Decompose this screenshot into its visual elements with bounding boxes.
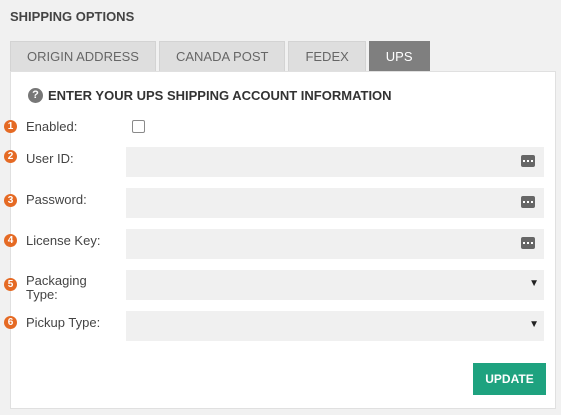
step-badge: 1 [4,120,17,133]
dots-icon[interactable] [521,155,535,167]
caret-down-icon: ▼ [529,278,539,289]
packaging-type-label: Packaging Type: [26,274,87,302]
row-packaging-type: 5 Packaging Type: ▼ [4,270,557,302]
packaging-type-label-line2: Type: [26,287,58,302]
row-license-key: 4 License Key: [4,229,557,259]
caret-down-icon: ▼ [529,319,539,330]
row-enabled: 1 Enabled: [4,119,557,134]
enabled-label: Enabled: [26,119,78,134]
update-button[interactable]: UPDATE [473,363,546,395]
packaging-type-select[interactable]: ▼ [126,270,544,300]
row-pickup-type: 6 Pickup Type: ▼ [4,311,557,341]
question-icon[interactable]: ? [28,88,43,103]
row-password: 3 Password: [4,188,557,218]
enabled-checkbox[interactable] [132,120,145,133]
dots-icon[interactable] [521,196,535,208]
user-id-label: User ID: [26,151,74,166]
license-key-input[interactable] [126,229,544,259]
tab-ups[interactable]: UPS [368,41,430,71]
row-user-id: 2 User ID: [4,147,557,177]
step-badge: 4 [4,234,17,247]
pickup-type-label: Pickup Type: [26,315,101,330]
tab-origin-address[interactable]: ORIGIN ADDRESS [10,41,156,71]
dots-icon[interactable] [521,237,535,249]
step-badge: 6 [4,316,17,329]
step-badge: 3 [4,194,17,207]
section-header: ? ENTER YOUR UPS SHIPPING ACCOUNT INFORM… [28,88,392,103]
section-title: ENTER YOUR UPS SHIPPING ACCOUNT INFORMAT… [48,88,392,103]
panel-title: SHIPPING OPTIONS [10,9,135,24]
tab-bar: ORIGIN ADDRESS CANADA POST FEDEX UPS [10,41,433,71]
step-badge: 5 [4,278,17,291]
tab-canada-post[interactable]: CANADA POST [158,41,286,71]
tab-fedex[interactable]: FEDEX [288,41,366,71]
step-badge: 2 [4,150,17,163]
password-input[interactable] [126,188,544,218]
pickup-type-select[interactable]: ▼ [126,311,544,341]
password-label: Password: [26,192,87,207]
user-id-input[interactable] [126,147,544,177]
ups-settings-panel: ? ENTER YOUR UPS SHIPPING ACCOUNT INFORM… [4,71,557,409]
packaging-type-label-line1: Packaging [26,273,87,288]
license-key-label: License Key: [26,233,101,248]
